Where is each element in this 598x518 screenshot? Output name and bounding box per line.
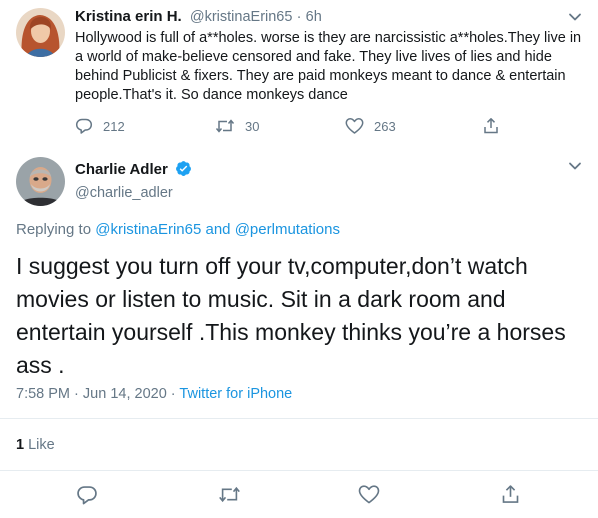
retweet-button[interactable]: 30: [215, 117, 259, 135]
reply-icon: [75, 117, 93, 135]
divider: [0, 470, 598, 471]
reply-tweet-text: Hollywood is full of a**holes. worse is …: [75, 30, 582, 103]
like-button[interactable]: 263: [345, 117, 396, 135]
replying-and[interactable]: and: [206, 221, 231, 238]
main-tweet-text: I suggest you turn off your tv,computer,…: [16, 253, 566, 378]
divider: [0, 418, 598, 419]
replying-user-link[interactable]: @kristinaErin65: [95, 221, 201, 238]
retweet-icon: [218, 484, 241, 505]
retweet-icon: [215, 117, 235, 135]
tweet-time[interactable]: 7:58 PM: [16, 386, 70, 402]
chevron-down-icon[interactable]: [566, 8, 584, 26]
reply-count: 212: [103, 118, 125, 134]
reply-icon: [76, 484, 98, 506]
replying-user-link[interactable]: @perlmutations: [235, 221, 340, 238]
heart-icon: [358, 484, 380, 505]
avatar-charlie[interactable]: [16, 157, 65, 206]
separator: ·: [296, 9, 302, 25]
likes-label: Like: [28, 437, 55, 453]
tweet-source[interactable]: Twitter for iPhone: [179, 386, 292, 402]
reply-button[interactable]: 212: [75, 117, 125, 135]
main-author-block: Charlie Adler @charlie_adler: [75, 160, 192, 201]
author-name[interactable]: Kristina erin H.: [75, 8, 182, 25]
author-handle[interactable]: @kristinaErin65: [190, 9, 293, 25]
share-button[interactable]: [500, 484, 521, 505]
share-button[interactable]: [482, 117, 500, 135]
retweet-button[interactable]: [218, 484, 241, 505]
tweet-age[interactable]: 6h: [306, 9, 322, 25]
main-author-handle[interactable]: @charlie_adler: [75, 185, 192, 201]
avatar-kristina[interactable]: [16, 8, 65, 57]
retweet-count: 30: [245, 118, 260, 134]
likes-count-link[interactable]: 1 Like: [16, 437, 55, 453]
like-button[interactable]: [358, 484, 380, 505]
main-author-name[interactable]: Charlie Adler: [75, 161, 168, 178]
date-separator: ·: [74, 386, 79, 402]
tweet-date[interactable]: Jun 14, 2020: [83, 386, 167, 402]
source-separator: ·: [170, 386, 176, 402]
reply-button[interactable]: [76, 484, 98, 506]
replying-to-line: Replying to @kristinaErin65 and @perlmut…: [16, 221, 340, 238]
like-count: 263: [374, 118, 396, 134]
reply-tweet-header: Kristina erin H. @kristinaErin65 · 6h: [75, 8, 322, 25]
heart-icon: [345, 117, 364, 135]
share-icon: [500, 484, 521, 505]
tweet-timestamp-line: 7:58 PM · Jun 14, 2020 · Twitter for iPh…: [16, 386, 292, 402]
verified-badge-icon: [175, 160, 192, 182]
share-icon: [482, 117, 500, 135]
likes-number: 1: [16, 437, 25, 453]
replying-prefix: Replying to: [16, 221, 92, 238]
chevron-down-icon[interactable]: [566, 157, 584, 175]
